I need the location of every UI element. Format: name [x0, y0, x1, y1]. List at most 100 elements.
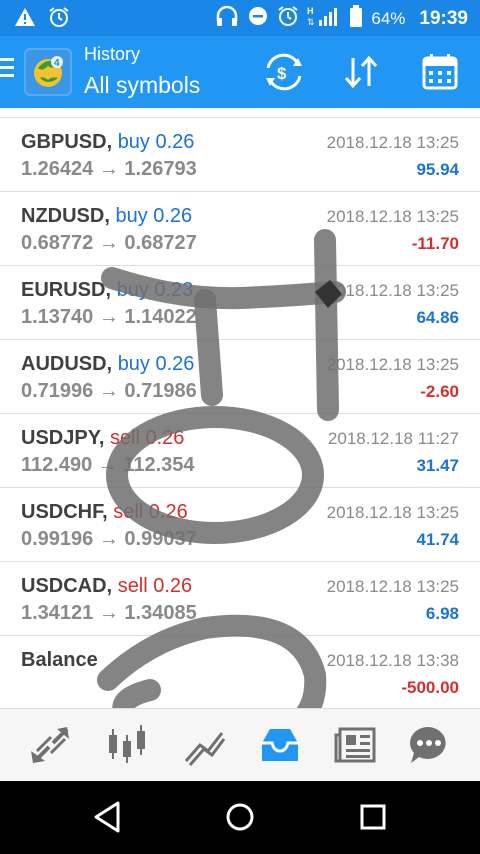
- alarm-icon: [277, 5, 299, 32]
- trade-symbol: NZDUSD, buy 0.26: [21, 205, 192, 228]
- arrow-icon: →: [98, 528, 119, 550]
- chart-icon[interactable]: [103, 721, 151, 769]
- open-price: 0.68772: [21, 232, 94, 254]
- trade-symbol: EURUSD, buy 0.23: [21, 279, 193, 302]
- trade-direction: buy 0.26: [117, 131, 195, 153]
- trade-date: 2018.12.18 13:25: [326, 577, 459, 596]
- trade-row[interactable]: USDCHF, sell 0.26 0.99196 → 0.99037 2018.1…: [0, 488, 480, 562]
- symbol-name: AUDUSD,: [21, 353, 113, 375]
- open-price: 112.490: [21, 454, 93, 476]
- arrow-icon: →: [97, 454, 118, 476]
- history-icon[interactable]: [256, 721, 304, 769]
- clock: 19:39: [419, 7, 468, 29]
- trade-profit: 64.86: [416, 308, 459, 327]
- home-icon[interactable]: [220, 797, 260, 837]
- trade-direction: sell 0.26: [113, 501, 188, 523]
- do-not-disturb-icon: [247, 5, 269, 32]
- symbol-name: NZDUSD,: [21, 205, 110, 227]
- trade-date: 2018.12.18 13:25: [326, 503, 459, 522]
- balance-date: 2018.12.18 13:38: [326, 651, 459, 670]
- close-price: 112.354: [123, 454, 195, 476]
- balance-label: Balance: [21, 649, 98, 671]
- quotes-icon[interactable]: [27, 721, 75, 769]
- symbol-name: GBPUSD,: [21, 131, 113, 153]
- trade-symbol: USDCAD, sell 0.26: [21, 575, 192, 598]
- balance-amount: -500.00: [401, 678, 459, 697]
- trade-row[interactable]: AUDUSD, buy 0.26 0.71996 → 0.71986 2018.12…: [0, 340, 480, 414]
- trade-prices: 0.99196 → 0.99037: [21, 528, 197, 551]
- close-price: 1.14022: [124, 306, 197, 328]
- calendar-icon[interactable]: [418, 52, 462, 92]
- signal-icon: H ⇅: [307, 5, 341, 32]
- app-bar: 4 History All symbols $: [0, 36, 480, 108]
- trade-symbol: USDCHF, sell 0.26: [21, 501, 188, 524]
- trade-row[interactable]: USDJPY, sell 0.26 112.490 → 112.354 2018.1…: [0, 414, 480, 488]
- currency-exchange-icon[interactable]: $: [262, 52, 306, 92]
- arrow-icon: →: [98, 306, 119, 328]
- trade-row[interactable]: GBPUSD, buy 0.26 1.26424 → 1.26793 2018.12…: [0, 118, 480, 192]
- chat-icon[interactable]: [405, 721, 453, 769]
- symbol-name: USDCHF,: [21, 501, 108, 523]
- back-icon[interactable]: [88, 797, 128, 837]
- balance-row[interactable]: Balance 2018.12.18 13:38 -500.00: [0, 636, 480, 710]
- trade-row[interactable]: USDCAD, sell 0.26 1.34121 → 1.34085 2018.1…: [0, 562, 480, 636]
- open-price: 1.13740: [21, 306, 94, 328]
- open-price: 0.71996: [21, 380, 94, 402]
- trade-prices: 0.68772 → 0.68727: [21, 232, 197, 255]
- warning-icon: [14, 7, 36, 32]
- trade-date: 2018.12.18 13:25: [326, 207, 459, 226]
- menu-icon[interactable]: [0, 58, 16, 82]
- trade-symbol: USDJPY, sell 0.26: [21, 427, 184, 450]
- arrow-icon: →: [98, 602, 119, 624]
- svg-text:$: $: [277, 64, 287, 83]
- trade-prices: 1.13740 → 1.14022: [21, 306, 197, 329]
- battery-icon: [349, 5, 363, 32]
- open-price: 1.34121: [21, 602, 94, 624]
- close-price: 1.34085: [124, 602, 197, 624]
- trade-row[interactable]: EURUSD, buy 0.23 1.13740 → 1.14022 2018.12…: [0, 266, 480, 340]
- trade-icon[interactable]: [180, 721, 228, 769]
- news-icon[interactable]: [332, 721, 380, 769]
- trade-prices: 112.490 → 112.354: [21, 454, 195, 477]
- symbol-name: USDJPY,: [21, 427, 105, 449]
- trade-symbol: GBPUSD, buy 0.26: [21, 131, 194, 154]
- close-price: 0.99037: [124, 528, 197, 550]
- svg-text:H: H: [307, 6, 314, 16]
- trade-direction: sell 0.26: [117, 575, 193, 597]
- svg-text:4: 4: [54, 58, 60, 69]
- mt4-logo[interactable]: 4: [24, 48, 72, 96]
- symbol-filter[interactable]: All symbols: [84, 72, 200, 99]
- app-bar-title: History: [84, 44, 141, 64]
- headphones-icon: [215, 5, 239, 32]
- trade-profit: -2.60: [420, 382, 459, 401]
- trade-profit: -11.70: [411, 234, 459, 253]
- trade-date: 2018.12.18 11:27: [327, 429, 459, 448]
- trade-prices: 1.26424 → 1.26793: [21, 158, 197, 181]
- open-price: 1.26424: [21, 158, 94, 180]
- svg-text:⇅: ⇅: [307, 17, 315, 27]
- trade-row[interactable]: NZDUSD, buy 0.26 0.68772 → 0.68727 2018.12…: [0, 192, 480, 266]
- arrow-icon: →: [98, 232, 119, 254]
- close-price: 0.71986: [124, 380, 197, 402]
- trade-direction: buy 0.26: [117, 353, 195, 375]
- trade-direction: sell 0.26: [109, 427, 185, 449]
- trade-direction: buy 0.26: [115, 205, 193, 227]
- symbol-name: EURUSD,: [21, 279, 112, 301]
- battery-percent: 64%: [371, 8, 406, 28]
- recents-icon[interactable]: [353, 797, 393, 837]
- alarm-icon: [48, 6, 70, 33]
- arrow-icon: →: [98, 158, 119, 180]
- trade-date: 2018.12.18 13:25: [326, 133, 459, 152]
- close-price: 0.68727: [124, 232, 197, 254]
- open-price: 0.99196: [21, 528, 94, 550]
- close-price: 1.26793: [124, 158, 197, 180]
- trade-symbol: AUDUSD, buy 0.26: [21, 353, 194, 376]
- trade-direction: buy 0.23: [116, 279, 194, 301]
- trade-date: 2018.12.18 13:25: [326, 281, 459, 300]
- trade-profit: 95.94: [416, 160, 459, 179]
- bottom-tab-bar: [0, 708, 480, 781]
- sort-icon[interactable]: [340, 52, 384, 92]
- trade-profit: 31.47: [416, 456, 459, 475]
- trade-prices: 1.34121 → 1.34085: [21, 602, 197, 625]
- system-nav-bar: [0, 781, 480, 854]
